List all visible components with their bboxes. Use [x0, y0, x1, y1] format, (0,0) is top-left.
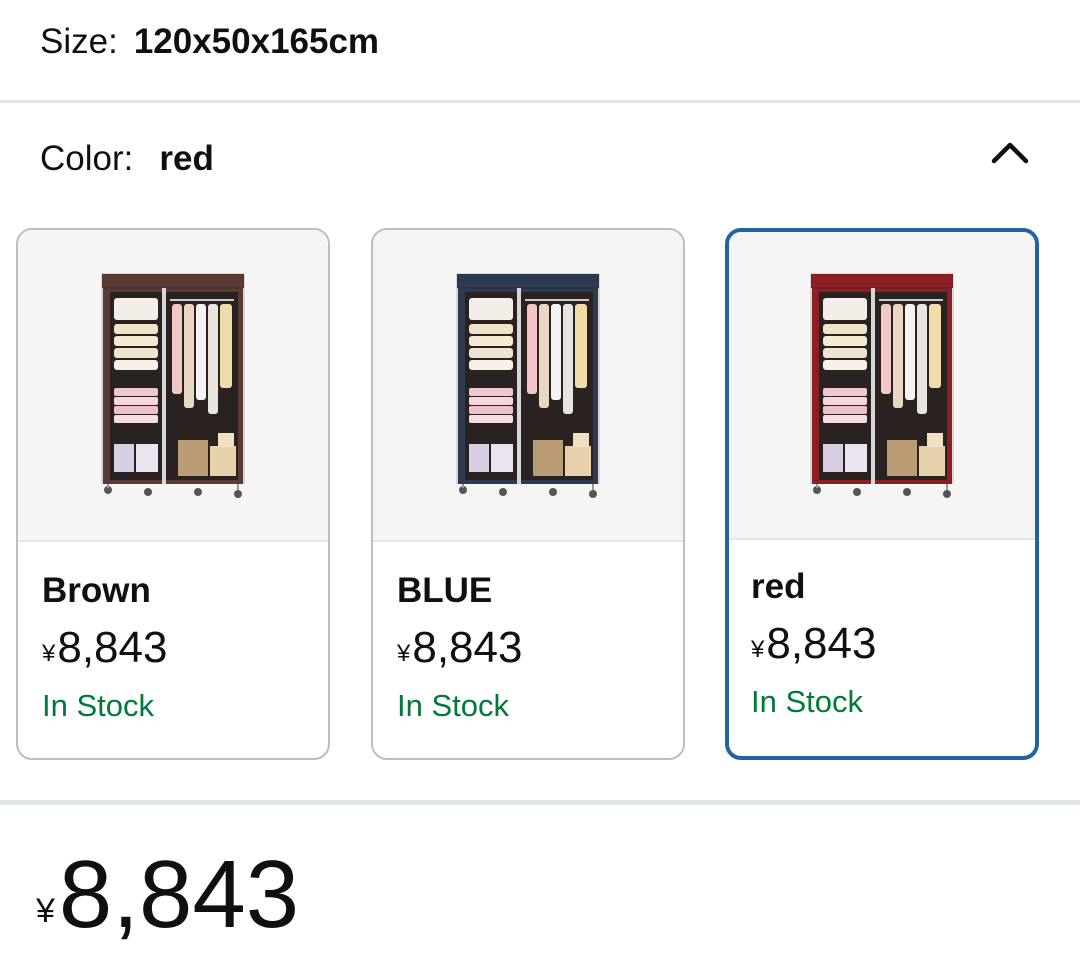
currency-symbol: ¥ [397, 640, 411, 667]
variant-card-blue[interactable]: BLUE ¥8,843 In Stock [371, 228, 685, 760]
wardrobe-image [18, 230, 328, 542]
color-value: red [159, 139, 214, 178]
currency-symbol: ¥ [36, 892, 55, 930]
price-amount: 8,843 [412, 623, 523, 672]
variant-card-brown[interactable]: Brown ¥8,843 In Stock [16, 228, 330, 760]
stock-status: In Stock [42, 688, 154, 723]
color-variant-list: Brown ¥8,843 In Stock BLUE ¥8,843 In Sto… [0, 228, 1080, 760]
size-label: Size: [40, 22, 118, 61]
variant-name: red [751, 567, 806, 606]
color-row: Color: red [0, 103, 1080, 215]
price-amount: 8,843 [57, 623, 168, 672]
variant-price: ¥8,843 [751, 616, 1035, 672]
stock-status: In Stock [751, 684, 863, 719]
size-value: 120x50x165cm [133, 22, 380, 61]
size-row: Size: 120x50x165cm [0, 0, 1080, 100]
variant-name: BLUE [397, 571, 493, 610]
color-label: Color: [40, 139, 134, 178]
divider [0, 800, 1080, 805]
currency-symbol: ¥ [42, 640, 56, 667]
variant-name: Brown [42, 571, 151, 610]
total-price: ¥8,843 [36, 840, 299, 950]
price-amount: 8,843 [766, 619, 877, 668]
variant-price: ¥8,843 [42, 620, 328, 676]
currency-symbol: ¥ [751, 636, 765, 663]
wardrobe-image [729, 232, 1035, 540]
chevron-up-icon[interactable] [990, 132, 1030, 172]
wardrobe-image [373, 230, 683, 542]
variant-card-red[interactable]: red ¥8,843 In Stock [725, 228, 1039, 760]
variant-price: ¥8,843 [397, 620, 683, 676]
total-amount: 8,843 [58, 841, 300, 948]
stock-status: In Stock [397, 688, 509, 723]
